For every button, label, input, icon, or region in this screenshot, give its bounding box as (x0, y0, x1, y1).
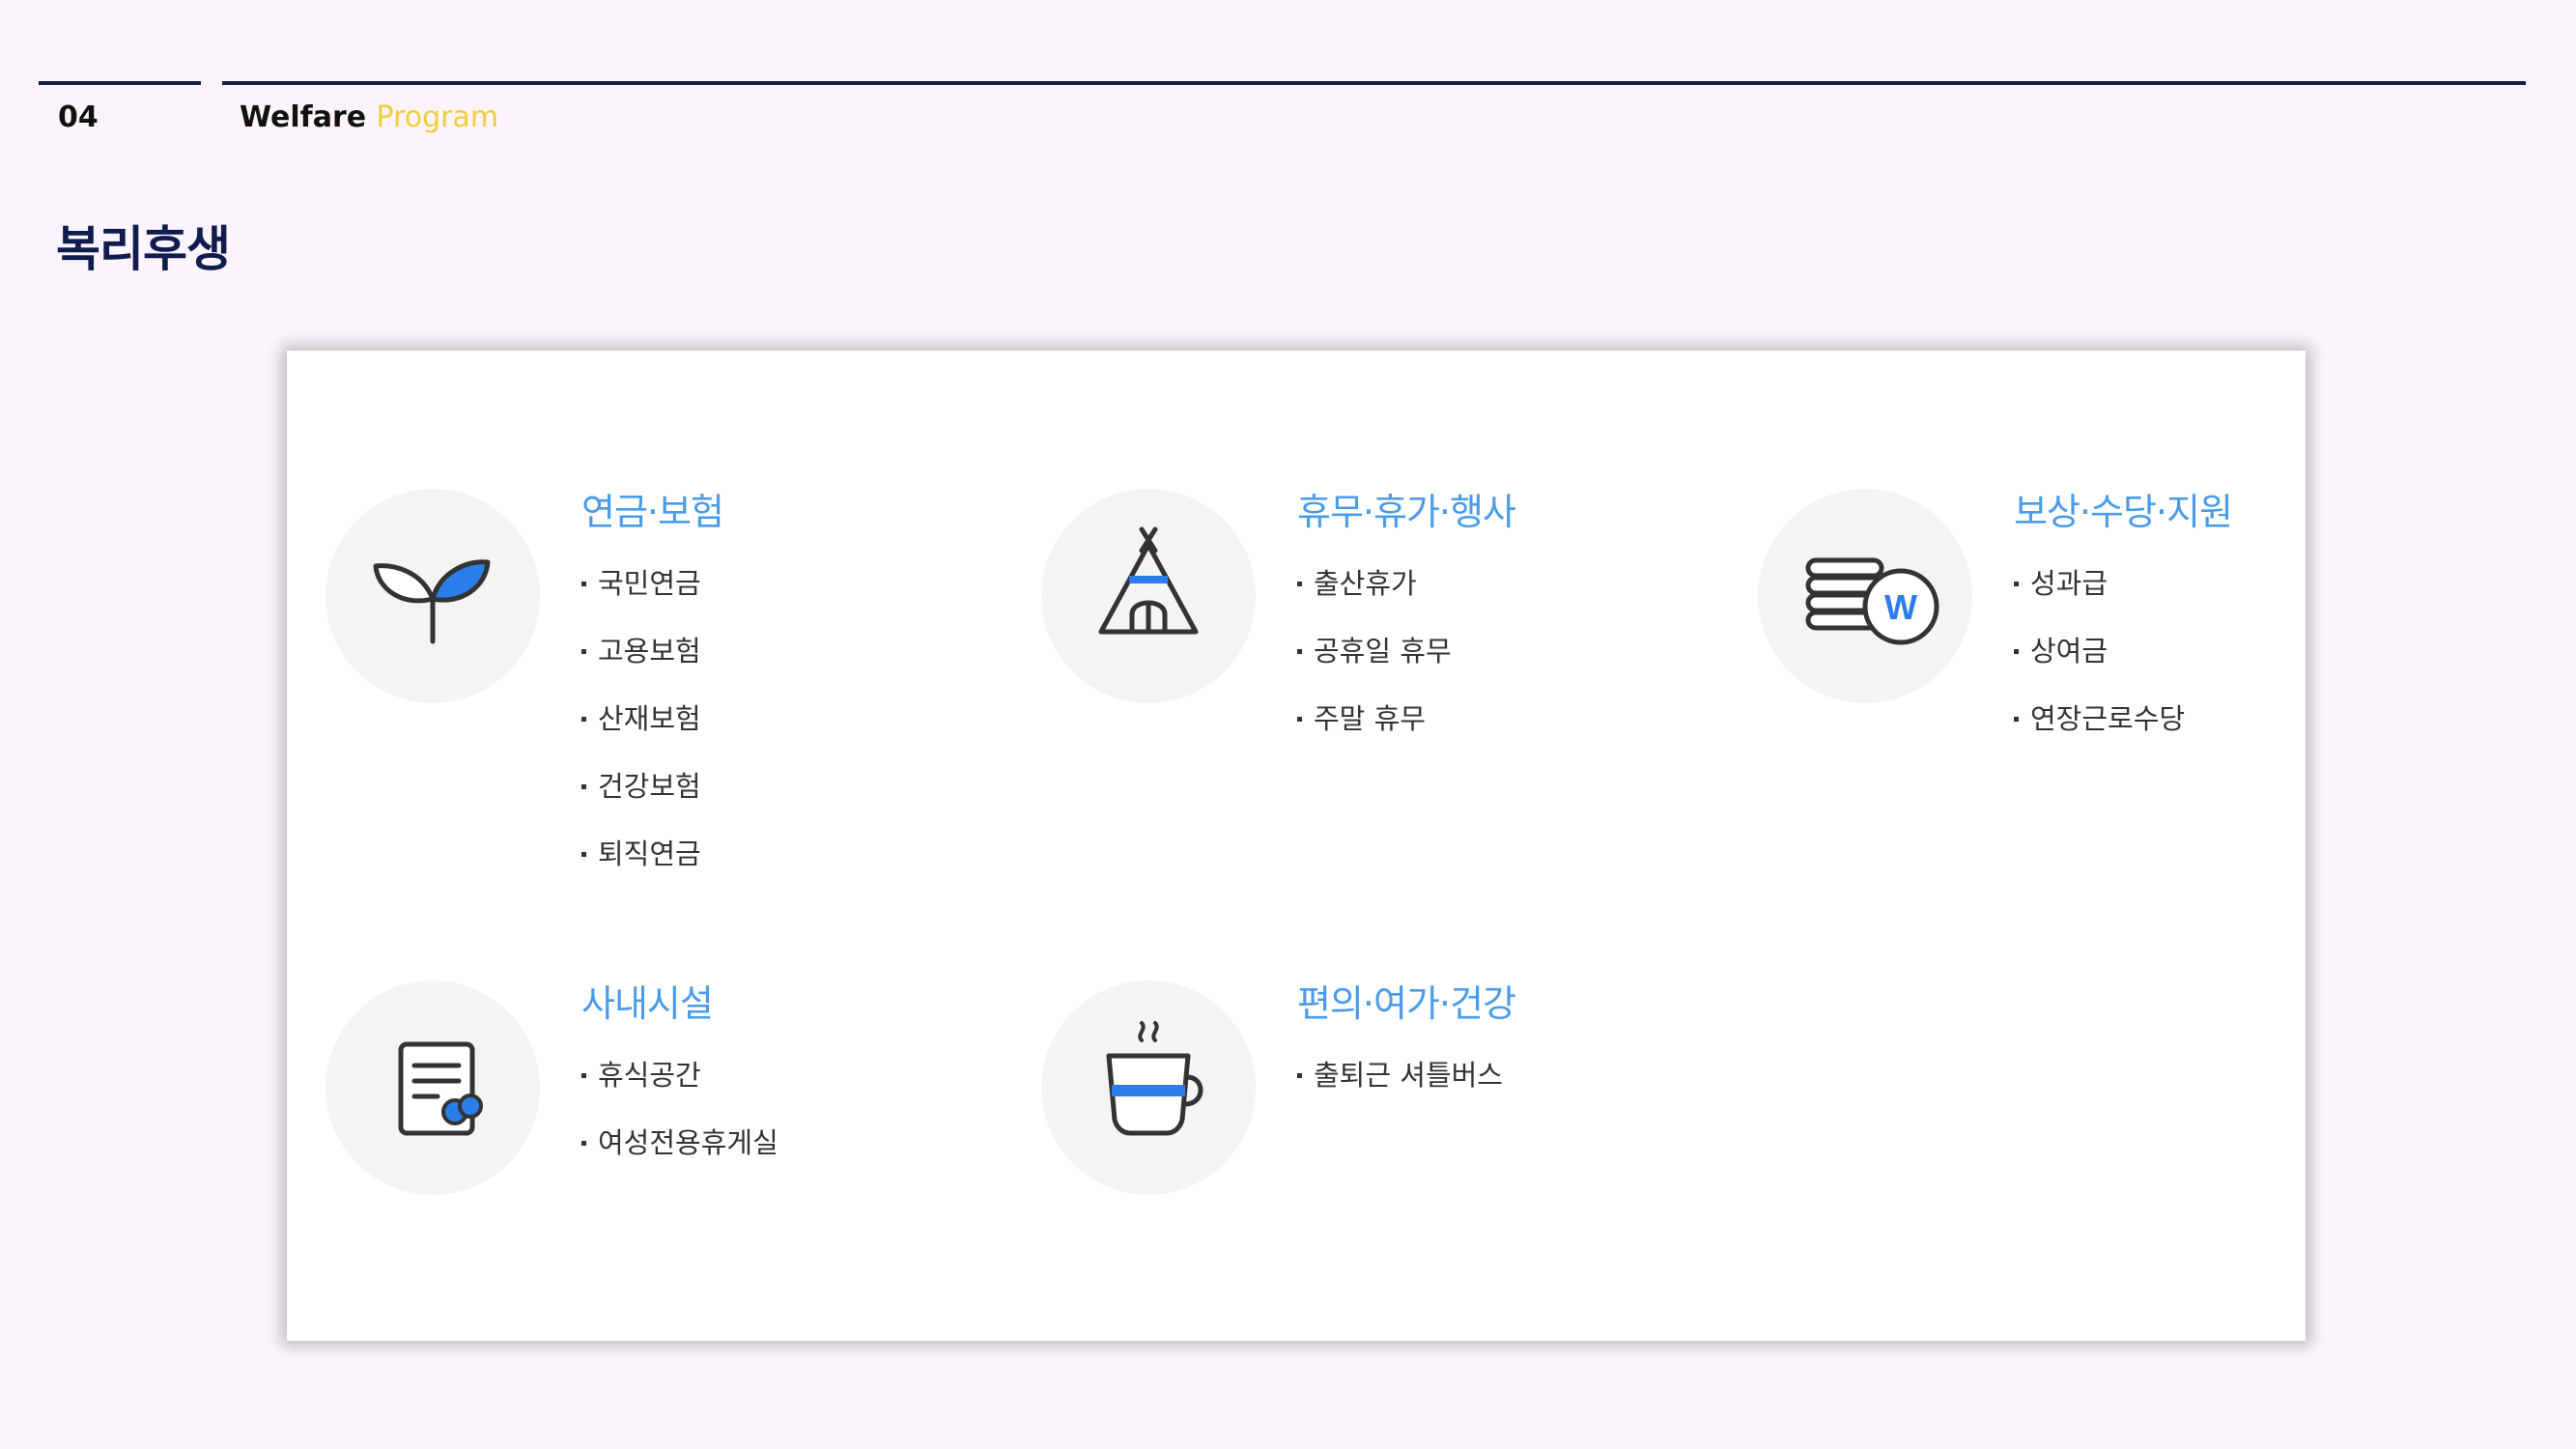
category-title: 사내시설 (581, 982, 714, 1025)
benefits-card: 연금·보험 국민연금 고용보험 산재보험 건강보험 퇴직연금 휴무·휴가·행사 … (287, 351, 2306, 1341)
page-number: 04 (58, 100, 99, 134)
icon-circle: W (1758, 489, 1972, 703)
benefit-list: 국민연금 고용보험 산재보험 건강보험 퇴직연금 (581, 566, 701, 904)
sprout-icon (373, 559, 491, 644)
list-item: 출퇴근 셔틀버스 (1297, 1058, 1503, 1093)
benefit-list: 성과급 상여금 연장근로수당 (2014, 566, 2185, 769)
list-item: 휴식공간 (581, 1058, 778, 1093)
list-item: 출산휴가 (1297, 566, 1452, 601)
icon-circle (1041, 489, 1256, 703)
coffee-cup-icon (1106, 1021, 1203, 1136)
header-rule-left (39, 81, 201, 85)
list-item: 상여금 (2014, 634, 2185, 668)
category-title: 휴무·휴가·행사 (1297, 491, 1516, 533)
benefit-list: 휴식공간 여성전용휴게실 (581, 1058, 778, 1193)
category-title: 연금·보험 (581, 491, 724, 533)
list-item: 연장근로수당 (2014, 701, 2185, 736)
section-label-word1: Welfare (240, 100, 367, 134)
category-title: 보상·수당·지원 (2014, 491, 2233, 533)
icon-circle (1041, 980, 1256, 1195)
list-item: 공휴일 휴무 (1297, 634, 1452, 668)
list-item: 성과급 (2014, 566, 2185, 601)
list-item: 건강보험 (581, 769, 701, 804)
coins-icon: W (1805, 557, 1939, 645)
list-item: 주말 휴무 (1297, 701, 1452, 736)
section-label: Welfare Program (240, 100, 498, 135)
icon-circle (326, 489, 540, 703)
coin-letter: W (1884, 587, 1917, 627)
section-label-word2: Program (376, 100, 499, 134)
list-item: 국민연금 (581, 566, 701, 601)
list-item: 퇴직연금 (581, 837, 701, 871)
icon-circle (326, 980, 540, 1195)
list-item: 여성전용휴게실 (581, 1125, 778, 1160)
benefit-list: 출산휴가 공휴일 휴무 주말 휴무 (1297, 566, 1452, 769)
document-icon (398, 1041, 483, 1136)
list-item: 산재보험 (581, 701, 701, 736)
page-title: 복리후생 (56, 221, 231, 277)
benefit-list: 출퇴근 셔틀버스 (1297, 1058, 1503, 1125)
category-title: 편의·여가·건강 (1297, 982, 1516, 1025)
list-item: 고용보험 (581, 634, 701, 668)
header-rule-right (222, 81, 2526, 85)
tent-icon (1098, 526, 1199, 635)
